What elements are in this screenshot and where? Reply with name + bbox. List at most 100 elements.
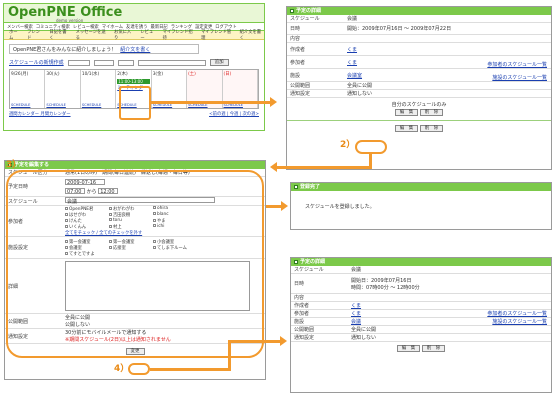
arrow-4-head	[280, 336, 287, 346]
detail2-row: 内容	[291, 294, 551, 302]
sub-nav-item[interactable]: ホーム	[9, 29, 21, 41]
detail2-row: 日時 開始日：2009年07月16日 時間：07時00分 ～ 12時00分	[291, 274, 551, 294]
sub-nav-item[interactable]: 日記を書く	[49, 29, 69, 41]
day-label: (日)	[223, 72, 232, 77]
arrow-4-horiz	[150, 368, 230, 371]
header-bullet-icon	[290, 8, 294, 13]
sub-nav-item[interactable]: メッセージを送る	[76, 29, 108, 41]
detail-panel-2: 予定の詳細 スケジュール 会議日時 開始日：2009年07月16日 時間：07時00…	[290, 257, 552, 393]
row-label: 参加者	[294, 311, 310, 317]
arrow-3-head	[281, 201, 288, 211]
schedule-link[interactable]: SCHEDULE	[46, 103, 65, 107]
sub-nav-item[interactable]: フレンド	[27, 29, 43, 41]
edit-button-1[interactable]: 編 集	[394, 109, 419, 116]
row-value: 通知しない	[351, 335, 377, 341]
detail-panel-1: 予定の詳細 スケジュール 会議 日時 開始：2009年07月16日 ～ 2009年07…	[286, 6, 552, 170]
detail1-row: 内容	[287, 35, 551, 43]
calendar-day: 9/26(月) SCHEDULE	[10, 70, 46, 108]
edit-button-1b[interactable]: 編 集	[394, 125, 419, 132]
member-schedule-link[interactable]: 参加者のスケジュール一覧	[487, 310, 547, 317]
week-nav[interactable]: <前の週 | 今週 | 次の週>	[209, 111, 259, 117]
sub-nav: ホーム フレンド 日記を書く メッセージを送る お気に入り レビュー マイフレンド招待 マイフ…	[4, 29, 264, 41]
save-highlight	[128, 363, 150, 375]
header-bullet-icon	[294, 184, 298, 189]
form-highlight	[6, 170, 264, 358]
schedule-link[interactable]: SCHEDULE	[11, 103, 30, 107]
row-label: 公開範囲	[294, 327, 315, 333]
arrow-1	[150, 101, 272, 104]
schedule-link[interactable]: SCHEDULE	[82, 103, 101, 107]
intro-link[interactable]: 紹介文を書く	[120, 46, 150, 53]
sub-nav-item[interactable]: 紹介文を書く	[240, 29, 264, 41]
detail2-row: 作成者 くま	[291, 302, 551, 310]
row-label: 日時	[290, 26, 301, 32]
facility-schedule-link[interactable]: 施設のスケジュール一覧	[492, 318, 547, 325]
delete-button-1b[interactable]: 削 除	[419, 125, 444, 132]
step-2-label: 2）	[340, 140, 356, 150]
row-label: スケジュール	[290, 16, 320, 22]
day-label: 10/1(水)	[81, 72, 100, 77]
edit-button-2[interactable]: 編 集	[396, 345, 421, 352]
row-value: 開始日：2009年07月16日 時間：07時00分 ～ 12時00分	[351, 277, 420, 291]
new-schedule-link[interactable]: スケジュールの新規作成	[9, 59, 64, 66]
day-label: 30(火)	[46, 72, 60, 77]
detail1-row: スケジュール 会議	[287, 15, 551, 23]
day-label: (土)	[188, 72, 196, 77]
time-select-2[interactable]	[117, 59, 134, 66]
sub-nav-item[interactable]: マイフレンド招待	[163, 29, 196, 41]
date-select[interactable]	[67, 59, 90, 66]
row-value: 会議	[347, 16, 358, 22]
version-label: demo version	[56, 18, 84, 23]
edit-highlight	[355, 140, 387, 154]
member-schedule-link[interactable]: 参加者のスケジュール一覧	[487, 61, 547, 68]
calendar-toolbar: スケジュールの新規作成 追加	[9, 58, 259, 67]
row-label: 内容	[290, 36, 301, 42]
detail1-row: 作成者 くま	[287, 43, 551, 56]
row-value[interactable]: くま	[349, 302, 551, 309]
sub-nav-item[interactable]: お気に入り	[114, 29, 134, 41]
step-3-label: 3）	[6, 160, 22, 170]
arrow-3-horiz	[266, 205, 282, 208]
row-label: 日時	[294, 281, 305, 287]
row-label: 作成者	[290, 46, 306, 53]
detail1-buttons: 編 集 削 除	[287, 109, 551, 116]
add-button[interactable]: 追加	[209, 59, 229, 66]
day-label: 3(金)	[152, 72, 164, 77]
row-label: 施設	[294, 319, 305, 325]
delete-button-2[interactable]: 削 除	[421, 345, 446, 352]
row-value[interactable]: くま	[345, 46, 551, 53]
row-value: 会議	[351, 267, 362, 273]
row-label: 作成者	[294, 303, 310, 309]
row-value: 全員に公開	[351, 327, 377, 333]
time-select[interactable]	[93, 59, 114, 66]
detail2-header: 予定の詳細	[291, 258, 551, 266]
detail1-notice-row: 通知設定 通知しない	[287, 90, 551, 98]
detail2-row: 通知設定 通知しない	[291, 334, 551, 342]
detail1-buttons-bottom: 編 集 削 除	[287, 125, 551, 132]
step-4-label: 4）	[114, 364, 130, 374]
arrow-4-vert	[228, 340, 231, 371]
arrow-2-horiz	[276, 166, 372, 169]
detail2-row: 参加者 くま 参加者のスケジュール一覧	[291, 310, 551, 318]
arrow-1-head	[270, 97, 277, 107]
edit-header: 予定を編集する	[5, 161, 265, 169]
sub-nav-item[interactable]: マイフレンド管理	[201, 29, 234, 41]
sub-nav-item[interactable]: レビュー	[140, 29, 156, 41]
row-label: スケジュール	[294, 267, 324, 273]
delete-button-1[interactable]: 削 除	[419, 109, 444, 116]
day-label: 2(木)	[117, 72, 128, 77]
welcome-box: OpenPNE君さんをみんなに紹介しましょう！ 紹介文を書く	[9, 44, 199, 54]
event-time[interactable]: 11:00-13:00	[117, 79, 150, 84]
detail1-row: 参加者 くま 参加者のスケジュール一覧	[287, 56, 551, 69]
event-highlight	[119, 86, 151, 120]
arrow-4-horiz2	[228, 340, 280, 343]
detail1-row: 日時 開始：2009年07月16日 ～ 2009年07月22日	[287, 23, 551, 35]
title-input[interactable]	[137, 59, 206, 66]
calendar-links[interactable]: 週間カレンダー 月間カレンダー	[9, 111, 71, 117]
row-label: 参加者	[290, 59, 306, 66]
row-label: 内容	[294, 295, 305, 301]
facility-schedule-link[interactable]: 施設のスケジュール一覧	[492, 74, 547, 81]
detail1-only-text: 自分のスケジュールのみ	[391, 102, 447, 108]
detail2-row: 公開範囲 全員に公開	[291, 326, 551, 334]
day-label: 9/26(月)	[11, 72, 29, 77]
